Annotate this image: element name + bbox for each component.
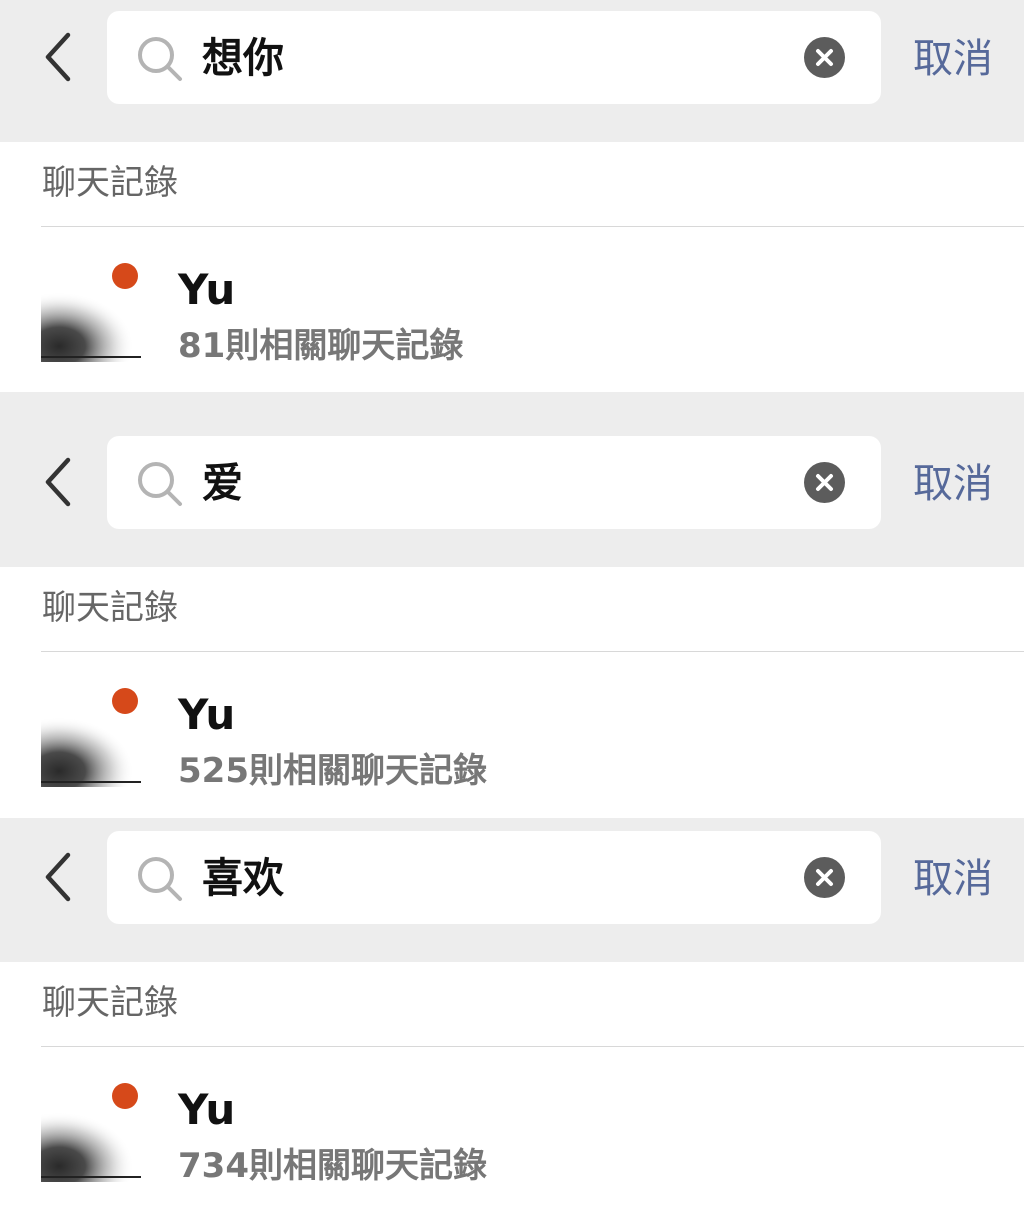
section-header: 聊天記錄 <box>42 163 178 203</box>
search-query[interactable]: 想你 <box>202 32 284 84</box>
search-icon <box>138 857 182 901</box>
clear-x-icon <box>816 474 833 491</box>
section-header: 聊天記錄 <box>42 588 178 628</box>
search-panel-2: 爱 取消 聊天記錄 Yu 525則相關聊天記錄 <box>0 425 1024 818</box>
cancel-button[interactable]: 取消 <box>913 458 993 510</box>
avatar <box>41 685 141 787</box>
result-row[interactable]: Yu 525則相關聊天記錄 <box>0 652 1024 817</box>
search-bar: 喜欢 取消 <box>0 820 1024 962</box>
chevron-left-icon <box>45 32 71 82</box>
search-field[interactable]: 爱 <box>107 436 881 529</box>
contact-name: Yu <box>178 1085 236 1134</box>
chevron-left-icon <box>45 852 71 902</box>
avatar <box>41 1080 141 1182</box>
contact-name: Yu <box>178 265 236 314</box>
cancel-button[interactable]: 取消 <box>913 853 993 905</box>
search-query[interactable]: 喜欢 <box>202 852 284 904</box>
result-row[interactable]: Yu 81則相關聊天記錄 <box>0 227 1024 392</box>
result-summary: 525則相關聊天記錄 <box>178 751 487 791</box>
clear-button[interactable] <box>804 462 845 503</box>
results-section: 聊天記錄 Yu 81則相關聊天記錄 <box>0 142 1024 392</box>
clear-button[interactable] <box>804 857 845 898</box>
cancel-button[interactable]: 取消 <box>913 33 993 85</box>
result-row[interactable]: Yu 734則相關聊天記錄 <box>0 1047 1024 1212</box>
search-field[interactable]: 喜欢 <box>107 831 881 924</box>
results-section: 聊天記錄 Yu 734則相關聊天記錄 <box>0 962 1024 1212</box>
section-header: 聊天記錄 <box>42 983 178 1023</box>
clear-x-icon <box>816 869 833 886</box>
results-section: 聊天記錄 Yu 525則相關聊天記錄 <box>0 567 1024 818</box>
clear-x-icon <box>816 49 833 66</box>
avatar <box>41 260 141 362</box>
dot-avatar-icon <box>112 688 138 714</box>
dot-avatar-icon <box>112 263 138 289</box>
back-button[interactable] <box>38 849 78 905</box>
search-query[interactable]: 爱 <box>202 457 243 509</box>
search-icon <box>138 37 182 81</box>
back-button[interactable] <box>38 454 78 510</box>
back-button[interactable] <box>38 29 78 85</box>
search-icon <box>138 462 182 506</box>
contact-name: Yu <box>178 690 236 739</box>
search-panel-3: 喜欢 取消 聊天記錄 Yu 734則相關聊天記錄 <box>0 820 1024 1212</box>
chevron-left-icon <box>45 457 71 507</box>
dot-avatar-icon <box>112 1083 138 1109</box>
result-summary: 81則相關聊天記錄 <box>178 326 464 366</box>
clear-button[interactable] <box>804 37 845 78</box>
search-bar: 爱 取消 <box>0 425 1024 567</box>
search-bar: 想你 取消 <box>0 0 1024 142</box>
result-summary: 734則相關聊天記錄 <box>178 1146 487 1186</box>
search-panel-1: 想你 取消 聊天記錄 Yu 81則相關聊天記錄 <box>0 0 1024 398</box>
search-field[interactable]: 想你 <box>107 11 881 104</box>
